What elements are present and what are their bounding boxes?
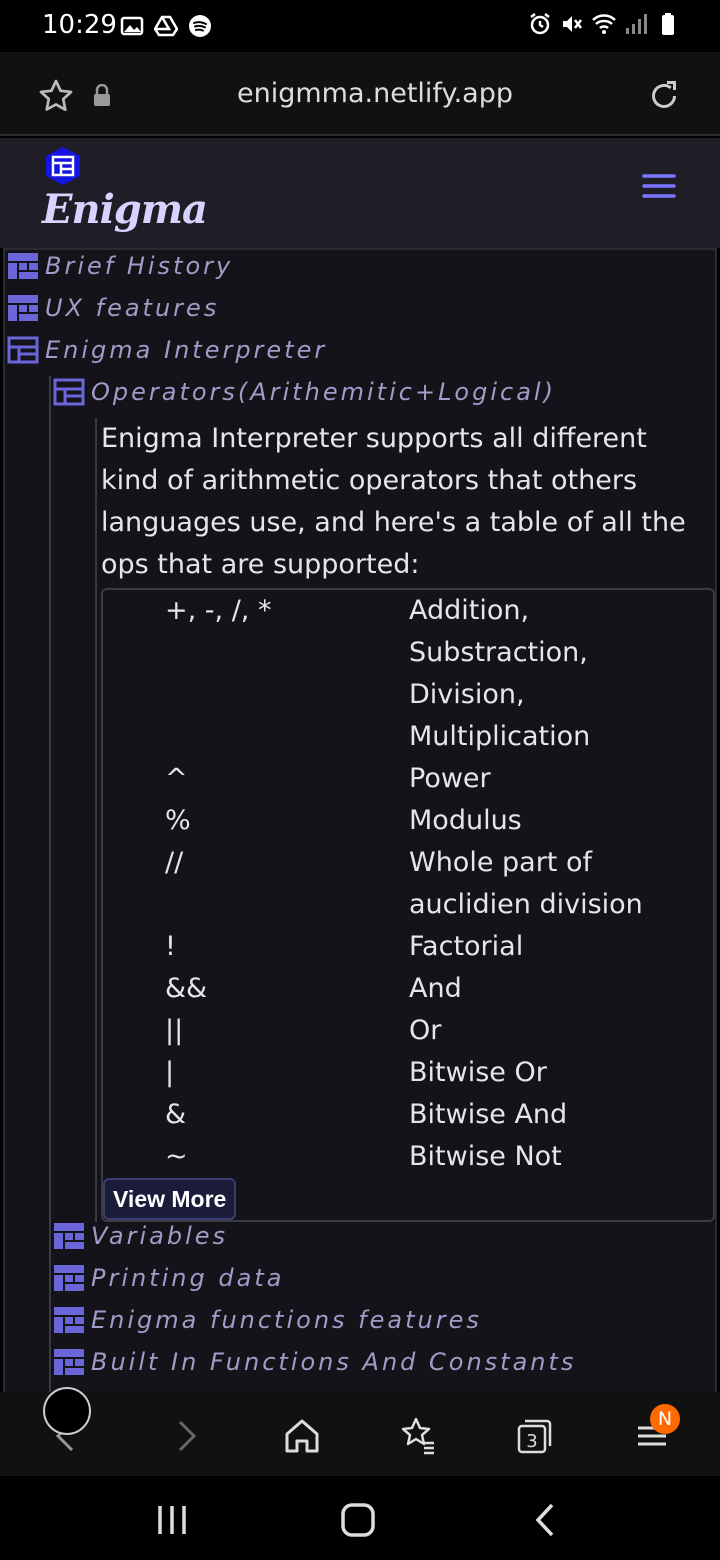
docs-content: Brief History UX features Enigma Interpr…: [3, 248, 717, 1392]
tree-item-label: Brief History: [45, 252, 234, 280]
forward-icon[interactable]: [166, 1416, 206, 1456]
operator-symbol: &&: [165, 973, 208, 1004]
operators-table: +, -, /, * Addition, Substraction, Divis…: [101, 588, 715, 1222]
expanded-node-icon: [53, 378, 85, 406]
tree-item-label: Printing data: [91, 1264, 285, 1292]
home-nav-icon[interactable]: [340, 1502, 376, 1538]
collapsed-node-icon: [8, 253, 38, 279]
collapsed-node-icon: [54, 1349, 84, 1375]
alarm-icon: [530, 13, 550, 35]
operator-symbol: ||: [165, 1015, 184, 1046]
status-bar: 10:29: [0, 0, 720, 52]
status-time: 10:29: [42, 10, 117, 40]
tree-item-label: UX features: [45, 294, 220, 322]
collapsed-node-icon: [54, 1265, 84, 1291]
operator-symbol: ~: [165, 1141, 188, 1172]
tree-item-variables[interactable]: Variables: [53, 1222, 228, 1250]
operators-description: Enigma Interpreter supports all differen…: [101, 423, 686, 580]
notification-badge: N: [650, 1404, 680, 1434]
operator-description: Bitwise Not: [409, 1141, 562, 1172]
operator-description: And: [409, 973, 462, 1004]
operator-description: Factorial: [409, 931, 524, 962]
bookmarks-icon[interactable]: [398, 1416, 438, 1456]
operator-description: Whole part of auclidien division: [409, 847, 643, 920]
operator-description: Power: [409, 763, 491, 794]
tabs-count: 3: [526, 1431, 537, 1452]
operator-description: Bitwise And: [409, 1099, 568, 1130]
tabs-icon[interactable]: 3: [514, 1416, 554, 1456]
operator-symbol: !: [165, 931, 176, 962]
operator-symbol: +, -, /, *: [165, 595, 272, 626]
operator-symbol: |: [165, 1057, 175, 1088]
operator-description: Modulus: [409, 805, 522, 836]
expanded-node-icon: [7, 336, 39, 364]
operator-symbol: &: [165, 1099, 187, 1130]
operator-symbol: %: [165, 805, 191, 836]
site-header: Enigma: [0, 138, 720, 248]
collapsed-node-icon: [8, 295, 38, 321]
tree-item-printing-data[interactable]: Printing data: [53, 1264, 284, 1292]
tree-item-brief-history[interactable]: Brief History: [7, 252, 233, 280]
mute-icon: [563, 16, 582, 32]
home-icon[interactable]: [282, 1416, 322, 1456]
tree-item-label: Variables: [91, 1222, 229, 1250]
browser-address-bar: enigmma.netlify.app: [0, 52, 720, 136]
site-logo[interactable]: Enigma: [42, 186, 208, 233]
recent-apps-icon[interactable]: [152, 1504, 192, 1536]
image-icon: [120, 16, 144, 36]
battery-icon: [662, 13, 674, 35]
operator-symbol: ^: [165, 763, 188, 794]
tree-item-enigma-interpreter[interactable]: Enigma Interpreter: [7, 336, 327, 364]
spotify-icon: [189, 15, 211, 37]
collapsed-node-icon: [54, 1223, 84, 1249]
operator-symbol: //: [165, 847, 184, 878]
view-more-button[interactable]: View More: [103, 1178, 237, 1220]
touch-indicator: [43, 1387, 91, 1435]
tree-branch-line: [95, 418, 97, 1222]
operator-description: Bitwise Or: [409, 1057, 547, 1088]
browser-toolbar: 3: [0, 1392, 720, 1476]
tree-item-operators[interactable]: Operators(Arithemitic+Logical): [53, 378, 556, 406]
drive-icon: [154, 15, 178, 37]
tree-item-built-in-functions[interactable]: Built In Functions And Constants: [53, 1348, 576, 1376]
logo-badge-icon[interactable]: [44, 146, 82, 186]
signal-icon: [626, 14, 647, 34]
system-nav-bar: [0, 1476, 720, 1560]
tree-branch-line: [49, 376, 51, 1392]
url-text[interactable]: enigmma.netlify.app: [0, 78, 720, 109]
reload-icon[interactable]: [646, 78, 682, 114]
tree-item-label: Operators(Arithemitic+Logical): [91, 378, 556, 406]
wifi-icon: [592, 14, 616, 34]
tree-item-label: Built In Functions And Constants: [91, 1348, 577, 1376]
tree-item-label: Enigma functions features: [91, 1306, 482, 1334]
collapsed-node-icon: [54, 1307, 84, 1333]
tree-item-ux-features[interactable]: UX features: [7, 294, 219, 322]
operator-description: Or: [409, 1015, 442, 1046]
operator-description: Addition, Substraction, Division, Multip…: [409, 595, 591, 752]
tree-item-enigma-functions[interactable]: Enigma functions features: [53, 1306, 482, 1334]
hamburger-menu-icon[interactable]: [642, 172, 676, 200]
back-nav-icon[interactable]: [530, 1502, 560, 1538]
tree-item-label: Enigma Interpreter: [45, 336, 328, 364]
